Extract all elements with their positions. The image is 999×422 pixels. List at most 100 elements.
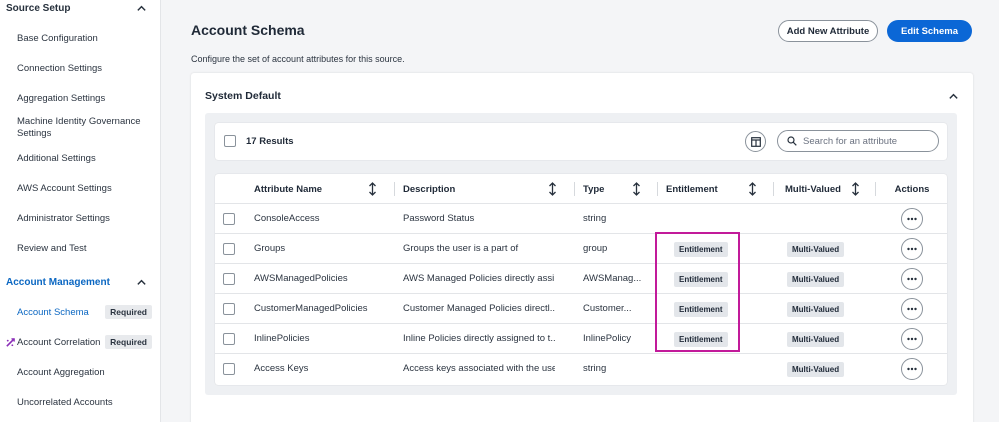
row-actions-button[interactable] [901, 328, 923, 350]
multi-valued-tag: Multi-Valued [787, 331, 845, 347]
column-settings-button[interactable] [745, 131, 766, 152]
attribute-type: AWSManag... [583, 273, 642, 284]
row-checkbox[interactable] [223, 303, 235, 315]
system-default-panel: System Default 17 Results Attribute Name [191, 73, 973, 422]
column-divider [574, 182, 575, 196]
attribute-name: Access Keys [254, 363, 309, 374]
search-field[interactable] [777, 130, 939, 152]
attribute-name: Groups [254, 243, 286, 254]
sidebar-item-label: Administrator Settings [17, 212, 110, 224]
section-account-management[interactable]: Account Management [0, 272, 160, 292]
multi-valued-tag: Multi-Valued [787, 301, 845, 317]
row-actions-button[interactable] [901, 238, 923, 260]
attribute-description: AWS Managed Policies directly assi... [403, 273, 555, 284]
attribute-description: Customer Managed Policies directl... [403, 303, 555, 314]
sidebar-item-account-correlation[interactable]: Account Correlation Required [0, 327, 160, 357]
sidebar-item-label: Aggregation Settings [17, 92, 106, 104]
search-input[interactable] [803, 135, 928, 147]
attribute-description: Inline Policies directly assigned to t..… [403, 333, 555, 344]
results-count: 17 Results [246, 136, 294, 147]
warning-icon [5, 337, 16, 348]
chevron-up-icon[interactable] [134, 1, 148, 15]
sidebar-item-label: Base Configuration [17, 32, 98, 44]
row-actions-button[interactable] [901, 208, 923, 230]
sort-icon[interactable] [851, 182, 860, 196]
sidebar-item-account-schema[interactable]: Account Schema Required [0, 297, 160, 327]
sidebar-item-label: Uncorrelated Accounts [17, 396, 113, 408]
column-header-multi-valued[interactable]: Multi-Valued [785, 174, 875, 204]
attribute-name: ConsoleAccess [254, 213, 320, 224]
more-icon [907, 277, 917, 281]
row-checkbox[interactable] [223, 243, 235, 255]
columns-icon [750, 136, 761, 147]
sidebar-item-administrator-settings[interactable]: Administrator Settings [0, 203, 160, 233]
multi-valued-tag: Multi-Valued [787, 361, 845, 377]
more-icon [907, 307, 917, 311]
column-divider [394, 182, 395, 196]
sidebar-item-account-aggregation[interactable]: Account Aggregation [0, 357, 160, 387]
table-container: 17 Results Attribute Name Description [205, 113, 957, 395]
column-header-actions: Actions [894, 183, 930, 195]
sidebar-item-aws-account-settings[interactable]: AWS Account Settings [0, 173, 160, 203]
table-row[interactable]: ConsoleAccess Password Status string [215, 204, 947, 234]
chevron-up-icon[interactable] [946, 89, 960, 103]
table-row[interactable]: AWSManagedPolicies AWS Managed Policies … [215, 264, 947, 294]
edit-schema-button[interactable]: Edit Schema [887, 20, 972, 42]
sidebar-item-label: AWS Account Settings [17, 182, 112, 194]
sort-icon[interactable] [748, 182, 757, 196]
sidebar-item-connection-settings[interactable]: Connection Settings [0, 53, 160, 83]
table-row[interactable]: Groups Groups the user is a part of grou… [215, 234, 947, 264]
entitlement-tag: Entitlement [674, 271, 728, 287]
sort-icon[interactable] [548, 182, 557, 196]
attribute-type: InlinePolicy [583, 333, 632, 344]
attribute-type: Customer... [583, 303, 632, 314]
sidebar-item-label: Connection Settings [17, 62, 103, 74]
sidebar-item-label: Account Correlation [17, 336, 101, 348]
chevron-up-icon[interactable] [134, 275, 148, 289]
entitlement-tag: Entitlement [674, 241, 728, 257]
sort-icon[interactable] [632, 182, 641, 196]
column-divider [657, 182, 658, 196]
sort-icon[interactable] [368, 182, 377, 196]
sidebar-item-machine-identity-governance-settings[interactable]: Machine Identity Governance Settings [0, 113, 160, 143]
sidebar-item-uncorrelated-accounts[interactable]: Uncorrelated Accounts [0, 387, 160, 417]
attribute-name: InlinePolicies [254, 333, 310, 344]
sidebar-item-label: Additional Settings [17, 152, 96, 164]
table-row[interactable]: InlinePolicies Inline Policies directly … [215, 324, 947, 354]
sidebar-item-aggregation-settings[interactable]: Aggregation Settings [0, 83, 160, 113]
row-checkbox[interactable] [223, 363, 235, 375]
sidebar-item-base-configuration[interactable]: Base Configuration [0, 23, 160, 53]
row-actions-button[interactable] [901, 298, 923, 320]
page-subtitle: Configure the set of account attributes … [191, 54, 405, 64]
table-row[interactable]: CustomerManagedPolicies Customer Managed… [215, 294, 947, 324]
attribute-name: AWSManagedPolicies [254, 273, 348, 284]
multi-valued-tag: Multi-Valued [787, 271, 845, 287]
more-icon [907, 247, 917, 251]
section-source-setup[interactable]: Source Setup [0, 0, 160, 17]
attribute-description: Password Status [403, 213, 475, 224]
column-divider [875, 182, 876, 196]
multi-valued-tag: Multi-Valued [787, 241, 845, 257]
select-all-checkbox[interactable] [224, 135, 236, 147]
more-icon [907, 337, 917, 341]
section-account-management-label: Account Management [6, 276, 110, 288]
sidebar-item-review-and-test[interactable]: Review and Test [0, 233, 160, 263]
required-badge: Required [105, 305, 152, 319]
row-actions-button[interactable] [901, 268, 923, 290]
sidebar: Source Setup Base Configuration Connecti… [0, 0, 161, 422]
row-checkbox[interactable] [223, 213, 235, 225]
sidebar-item-label: Account Aggregation [17, 366, 105, 378]
column-divider [773, 182, 774, 196]
column-header-entitlement[interactable]: Entitlement [666, 174, 776, 204]
sidebar-item-additional-settings[interactable]: Additional Settings [0, 143, 160, 173]
table-row[interactable]: Access Keys Access keys associated with … [215, 354, 947, 384]
table-header-row: Attribute Name Description Type Entitlem… [215, 174, 947, 204]
row-checkbox[interactable] [223, 333, 235, 345]
page-title: Account Schema [191, 22, 305, 38]
row-actions-button[interactable] [901, 358, 923, 380]
attribute-description: Access keys associated with the user [403, 363, 555, 374]
add-new-attribute-button[interactable]: Add New Attribute [778, 20, 878, 42]
row-checkbox[interactable] [223, 273, 235, 285]
more-icon [907, 217, 917, 221]
column-header-description[interactable]: Description [403, 174, 555, 204]
